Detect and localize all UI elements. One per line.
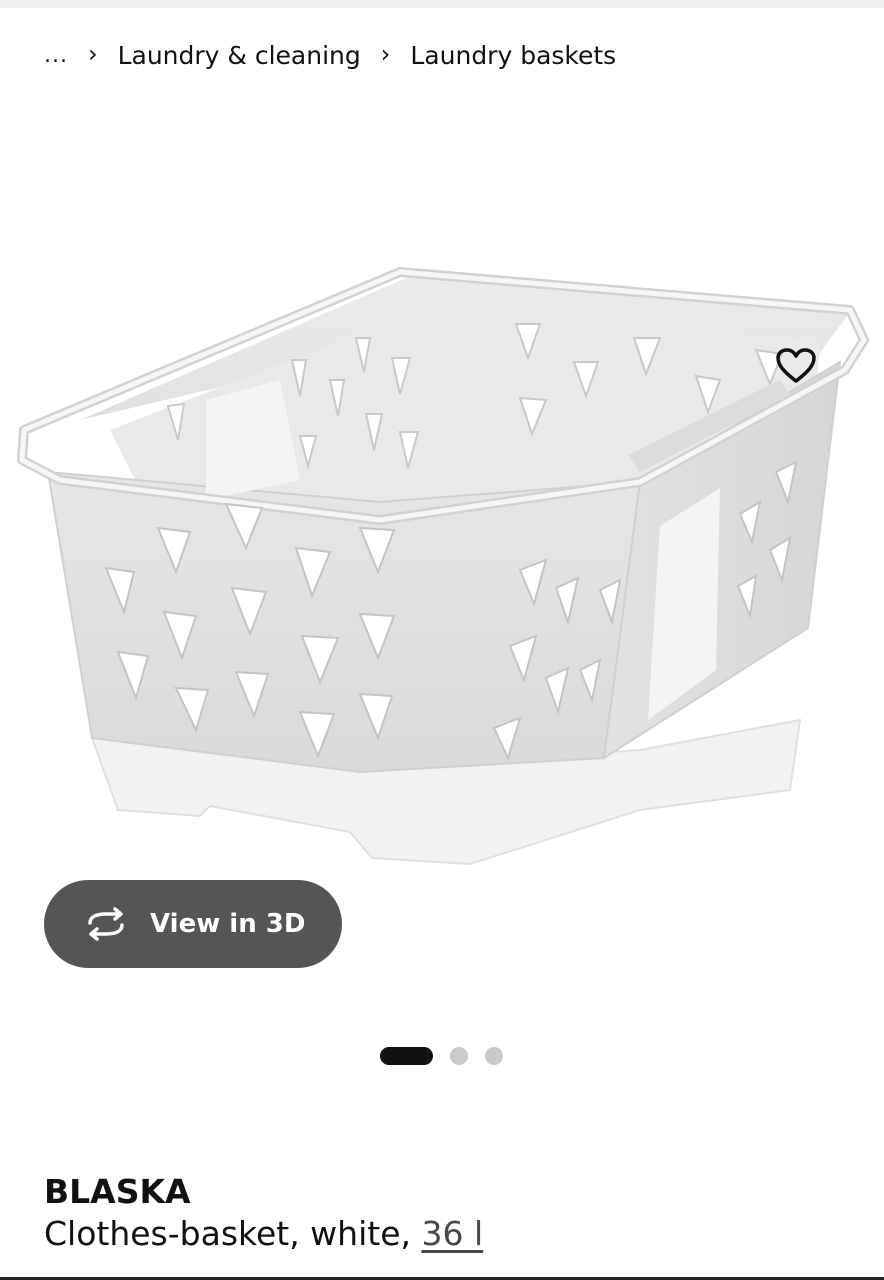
product-description: Clothes-basket, white, 36 l bbox=[44, 1214, 483, 1253]
chevron-right-icon: › bbox=[87, 40, 98, 68]
chevron-right-icon: › bbox=[380, 40, 391, 68]
view-in-3d-label: View in 3D bbox=[150, 909, 306, 939]
heart-outline-icon bbox=[776, 348, 816, 383]
favorite-button[interactable] bbox=[770, 340, 822, 392]
breadcrumb-more-link[interactable]: ... bbox=[44, 43, 68, 68]
breadcrumb-laundry-cleaning-link[interactable]: Laundry & cleaning bbox=[118, 41, 361, 70]
rotate-3d-icon bbox=[82, 907, 130, 941]
product-description-text: Clothes-basket, white, bbox=[44, 1214, 422, 1253]
top-status-strip bbox=[0, 0, 884, 8]
gallery-pagination bbox=[380, 1046, 520, 1066]
view-in-3d-button[interactable]: View in 3D bbox=[44, 880, 342, 968]
product-image-laundry-basket[interactable] bbox=[0, 250, 884, 890]
product-name: BLASKA bbox=[44, 1172, 191, 1211]
product-gallery[interactable] bbox=[0, 150, 884, 900]
product-size-link[interactable]: 36 l bbox=[421, 1214, 483, 1253]
gallery-dot-2[interactable] bbox=[450, 1047, 468, 1065]
breadcrumb-laundry-baskets-link[interactable]: Laundry baskets bbox=[410, 41, 616, 70]
gallery-dot-3[interactable] bbox=[485, 1047, 503, 1065]
gallery-dot-1[interactable] bbox=[380, 1047, 433, 1065]
breadcrumb: ... › Laundry & cleaning › Laundry baske… bbox=[44, 38, 616, 72]
